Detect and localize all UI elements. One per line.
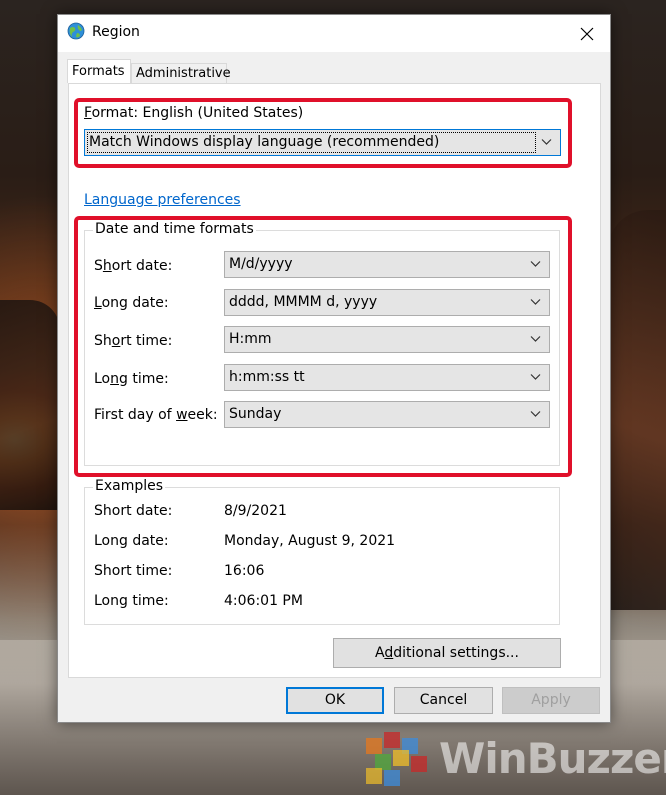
long-date-value: dddd, MMMM d, yyyy <box>229 294 378 310</box>
example-short-date-value: 8/9/2021 <box>224 503 287 519</box>
ok-button[interactable]: OK <box>286 687 384 714</box>
first-day-of-week-label: First day of week: <box>94 407 218 423</box>
title-bar: Region <box>58 15 610 52</box>
chevron-down-icon <box>530 411 541 417</box>
globe-icon <box>67 22 85 40</box>
long-date-label: Long date: <box>94 295 169 311</box>
background-rock-right <box>608 210 666 610</box>
short-date-value: M/d/yyyy <box>229 256 293 272</box>
example-long-time-value: 4:06:01 PM <box>224 593 303 609</box>
example-long-time-label: Long time: <box>94 593 169 609</box>
chevron-down-icon <box>530 374 541 380</box>
example-long-date-label: Long date: <box>94 533 169 549</box>
format-label: Format: English (United States) <box>84 105 304 121</box>
chevron-down-icon <box>530 336 541 342</box>
first-day-of-week-value: Sunday <box>229 406 282 422</box>
short-time-value: H:mm <box>229 331 272 347</box>
short-date-label: Short date: <box>94 258 173 274</box>
short-time-label: Short time: <box>94 333 173 349</box>
format-value: Match Windows display language (recommen… <box>89 134 440 150</box>
background-rock-left <box>0 300 60 510</box>
long-date-dropdown[interactable]: dddd, MMMM d, yyyy <box>224 289 550 316</box>
short-time-dropdown[interactable]: H:mm <box>224 326 550 353</box>
long-time-label: Long time: <box>94 371 169 387</box>
region-dialog: Region Formats Administrative Format: En… <box>57 14 611 723</box>
tab-administrative[interactable]: Administrative <box>131 63 231 84</box>
watermark-text: WinBuzzer <box>439 734 666 783</box>
cancel-button[interactable]: Cancel <box>394 687 493 714</box>
long-time-dropdown[interactable]: h:mm:ss tt <box>224 364 550 391</box>
chevron-down-icon <box>541 139 552 145</box>
first-day-of-week-dropdown[interactable]: Sunday <box>224 401 550 428</box>
formats-panel: Format: English (United States) Match Wi… <box>68 83 601 678</box>
format-dropdown[interactable]: Match Windows display language (recommen… <box>84 129 561 156</box>
close-button[interactable] <box>564 15 610 52</box>
example-short-time-value: 16:06 <box>224 563 265 579</box>
additional-settings-button[interactable]: Additional settings... <box>333 638 561 668</box>
short-date-dropdown[interactable]: M/d/yyyy <box>224 251 550 278</box>
long-time-value: h:mm:ss tt <box>229 369 305 385</box>
example-long-date-value: Monday, August 9, 2021 <box>224 533 396 549</box>
language-preferences-link[interactable]: Language preferences <box>84 192 241 208</box>
apply-button[interactable]: Apply <box>502 687 600 714</box>
tab-formats[interactable]: Formats <box>67 59 131 83</box>
example-short-date-label: Short date: <box>94 503 173 519</box>
examples-title: Examples <box>93 478 166 494</box>
chevron-down-icon <box>530 299 541 305</box>
winbuzzer-watermark: WinBuzzer <box>362 728 666 790</box>
window-title: Region <box>92 24 140 40</box>
close-icon <box>580 27 594 40</box>
date-time-formats-title: Date and time formats <box>93 221 256 237</box>
example-short-time-label: Short time: <box>94 563 173 579</box>
chevron-down-icon <box>530 261 541 267</box>
